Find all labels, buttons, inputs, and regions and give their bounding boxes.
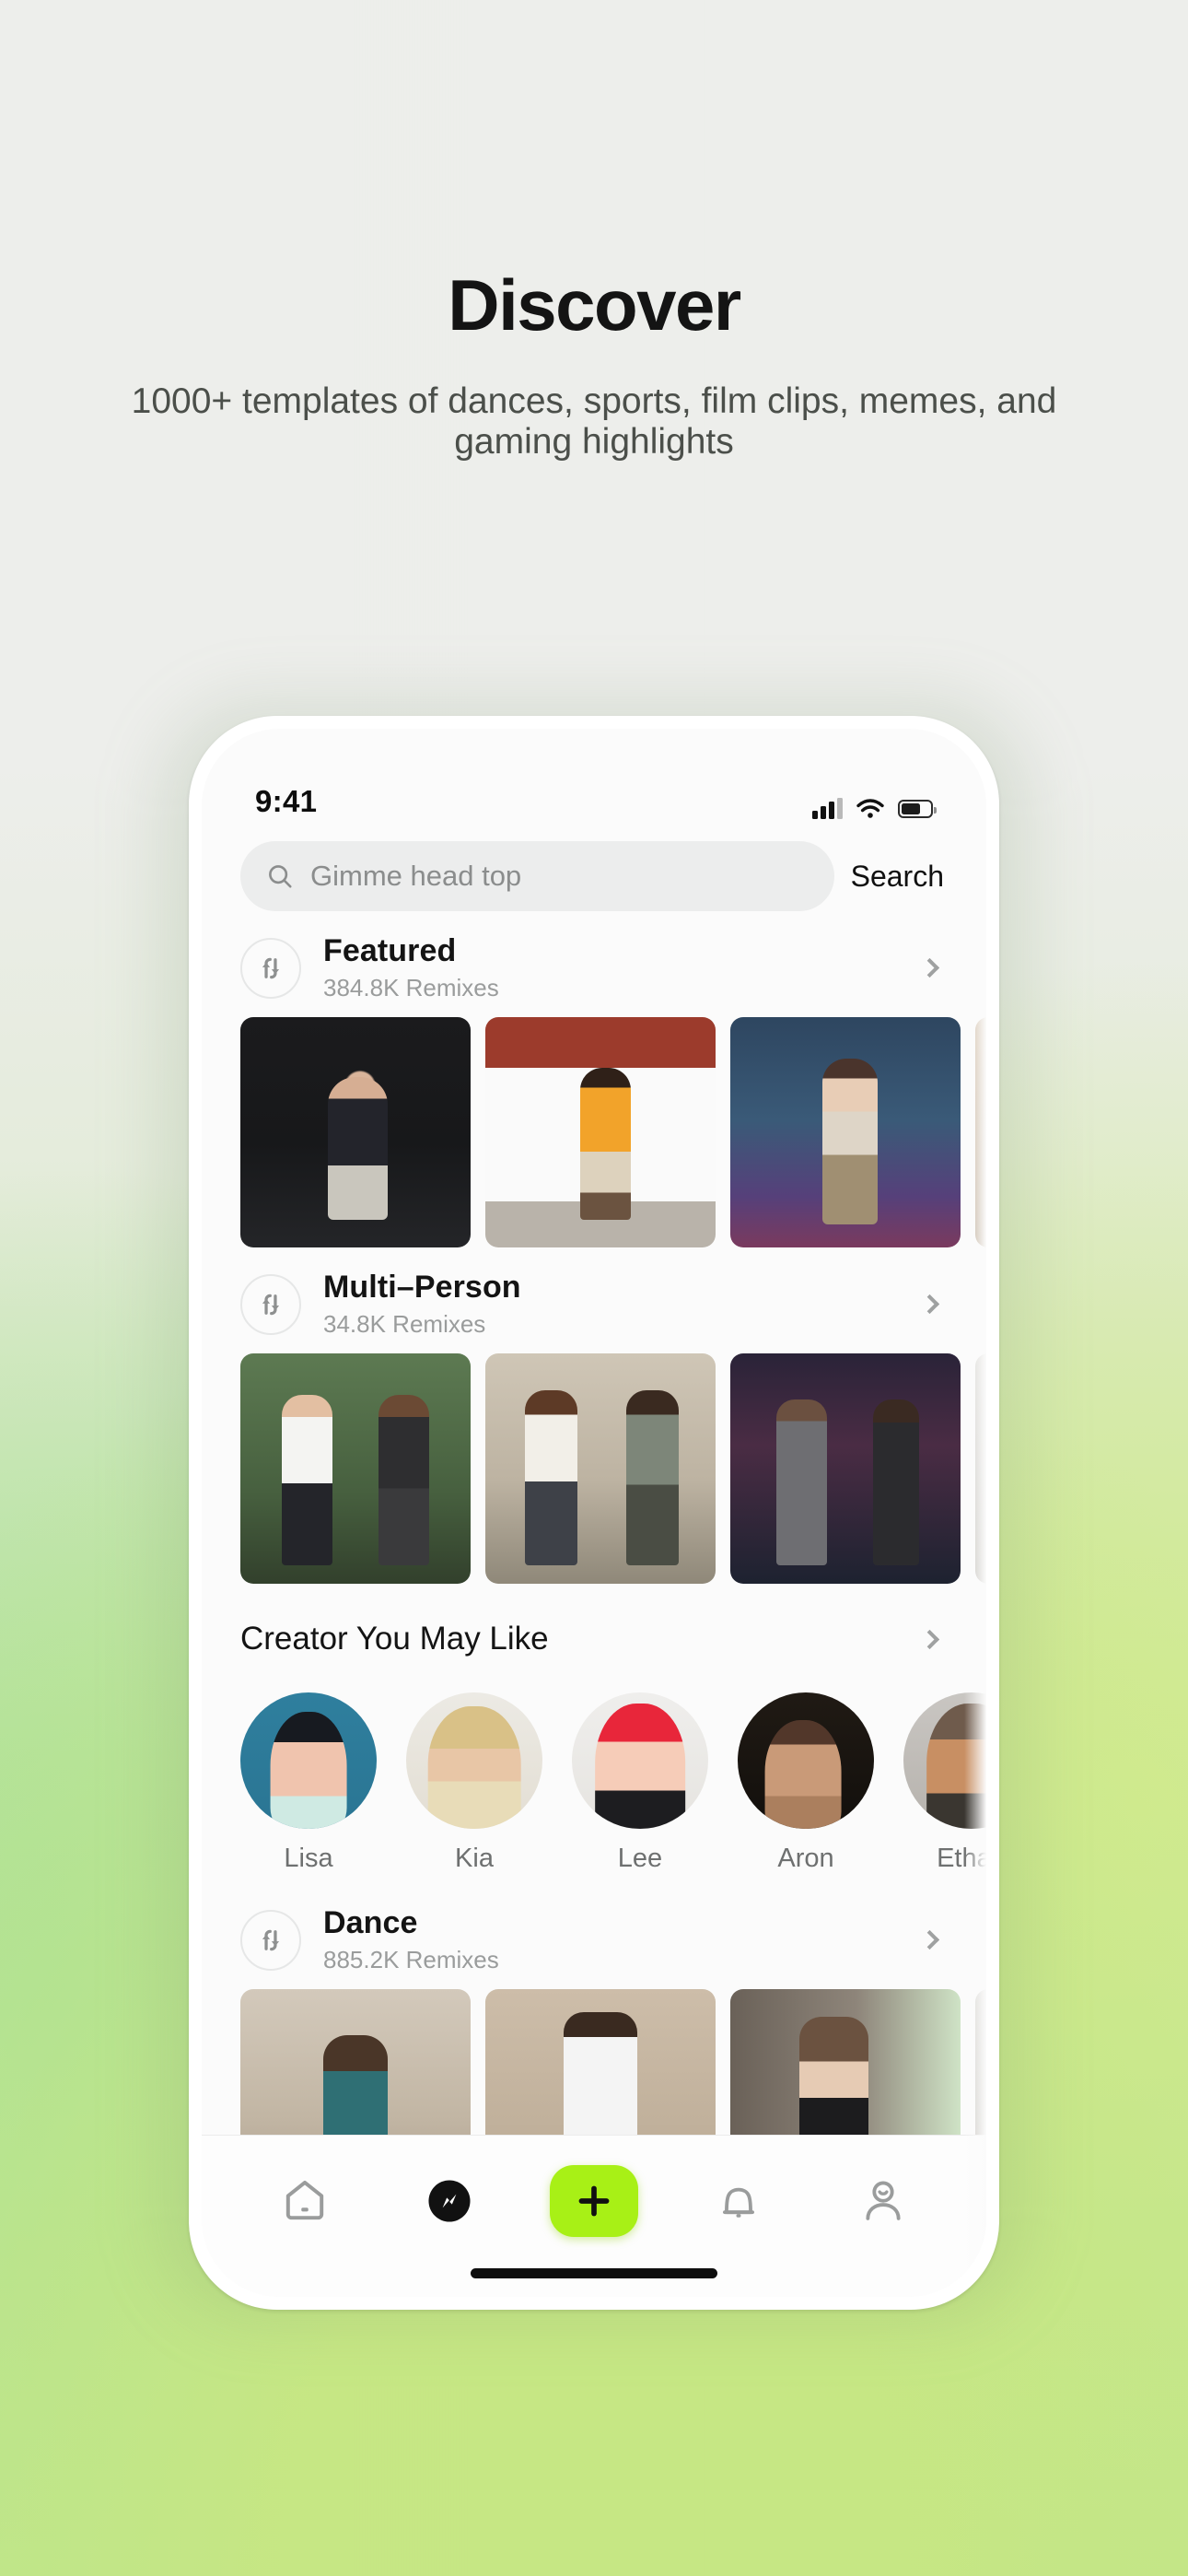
creator-list[interactable]: Lisa Kia Lee Aron Ethan xyxy=(202,1672,986,1878)
template-card[interactable] xyxy=(730,1017,961,1247)
chevron-right-icon[interactable] xyxy=(919,1294,940,1315)
section-title: Multi–Person xyxy=(323,1270,521,1305)
section-subtitle: 885.2K Remixes xyxy=(323,1946,499,1973)
signal-bars-icon xyxy=(812,798,843,819)
section-header-featured[interactable]: Featured 384.8K Remixes xyxy=(202,911,986,1017)
section-text: Dance 885.2K Remixes xyxy=(323,1905,923,1974)
template-card[interactable] xyxy=(485,1353,716,1584)
section-header-dance[interactable]: Dance 885.2K Remixes xyxy=(202,1878,986,1989)
bell-icon xyxy=(722,2187,754,2218)
multi-person-card-strip[interactable] xyxy=(202,1353,986,1584)
template-card[interactable] xyxy=(730,1353,961,1584)
section-text: Featured 384.8K Remixes xyxy=(323,933,923,1002)
template-card[interactable] xyxy=(240,1353,471,1584)
compass-icon xyxy=(428,2179,471,2222)
status-bar: 9:41 xyxy=(202,729,986,832)
featured-card-strip[interactable] xyxy=(202,1017,986,1247)
battery-icon xyxy=(898,799,937,818)
avatar[interactable] xyxy=(406,1692,542,1829)
avatar[interactable] xyxy=(572,1692,708,1829)
remix-swap-icon xyxy=(240,1909,301,1971)
home-icon xyxy=(286,2180,324,2219)
creator-item[interactable]: Kia xyxy=(406,1692,542,1874)
profile-icon xyxy=(866,2181,901,2220)
status-bar-time: 9:41 xyxy=(255,784,318,818)
section-text: Multi–Person 34.8K Remixes xyxy=(323,1270,923,1339)
creator-name: Aron xyxy=(777,1844,834,1873)
creator-name: Kia xyxy=(455,1844,494,1873)
chevron-right-icon[interactable] xyxy=(919,1629,940,1649)
avatar[interactable] xyxy=(738,1692,874,1829)
search-input[interactable]: Gimme head top xyxy=(240,841,834,911)
section-subtitle: 34.8K Remixes xyxy=(323,1310,486,1338)
section-subtitle: 384.8K Remixes xyxy=(323,974,499,1001)
page-subtitle: 1000+ templates of dances, sports, film … xyxy=(131,381,1057,462)
wifi-icon xyxy=(856,798,884,818)
phone-mockup: 9:41 Gimme head top Search Featured 384.… xyxy=(189,716,999,2310)
create-button[interactable] xyxy=(549,2164,638,2237)
remix-swap-icon xyxy=(240,937,301,999)
plus-icon xyxy=(578,2185,610,2216)
creator-item[interactable]: Ethan xyxy=(903,1692,986,1874)
section-title: Dance xyxy=(323,1905,418,1940)
hero-section: Discover 1000+ templates of dances, spor… xyxy=(0,0,1188,462)
creator-name: Ethan xyxy=(937,1844,986,1873)
avatar[interactable] xyxy=(240,1692,377,1829)
search-placeholder: Gimme head top xyxy=(310,860,522,892)
status-bar-icons xyxy=(812,798,937,819)
creator-name: Lisa xyxy=(284,1844,333,1873)
tab-home[interactable] xyxy=(254,2159,355,2243)
section-header-creators[interactable]: Creator You May Like xyxy=(202,1584,986,1672)
page-title: Discover xyxy=(448,264,741,345)
search-button[interactable]: Search xyxy=(851,860,948,894)
section-title: Creator You May Like xyxy=(240,1621,549,1657)
template-card[interactable] xyxy=(240,1017,471,1247)
phone-screen: 9:41 Gimme head top Search Featured 384.… xyxy=(202,729,986,2297)
tab-create[interactable] xyxy=(543,2159,645,2243)
avatar[interactable] xyxy=(903,1692,986,1829)
search-row: Gimme head top Search xyxy=(202,832,986,911)
remix-swap-icon xyxy=(240,1273,301,1335)
tab-profile[interactable] xyxy=(833,2159,934,2243)
search-icon xyxy=(269,865,292,888)
tab-notifications[interactable] xyxy=(688,2159,789,2243)
template-card[interactable] xyxy=(975,1353,986,1584)
home-indicator xyxy=(471,2268,717,2278)
section-header-multi-person[interactable]: Multi–Person 34.8K Remixes xyxy=(202,1247,986,1353)
chevron-right-icon[interactable] xyxy=(919,957,940,978)
creator-item[interactable]: Lee xyxy=(572,1692,708,1874)
creator-name: Lee xyxy=(617,1844,663,1873)
tab-discover[interactable] xyxy=(399,2159,500,2243)
creator-item[interactable]: Lisa xyxy=(240,1692,377,1874)
template-card[interactable] xyxy=(975,1017,986,1247)
template-card[interactable] xyxy=(485,1017,716,1247)
creator-item[interactable]: Aron xyxy=(738,1692,874,1874)
chevron-right-icon[interactable] xyxy=(919,1929,940,1950)
section-title: Featured xyxy=(323,933,457,968)
